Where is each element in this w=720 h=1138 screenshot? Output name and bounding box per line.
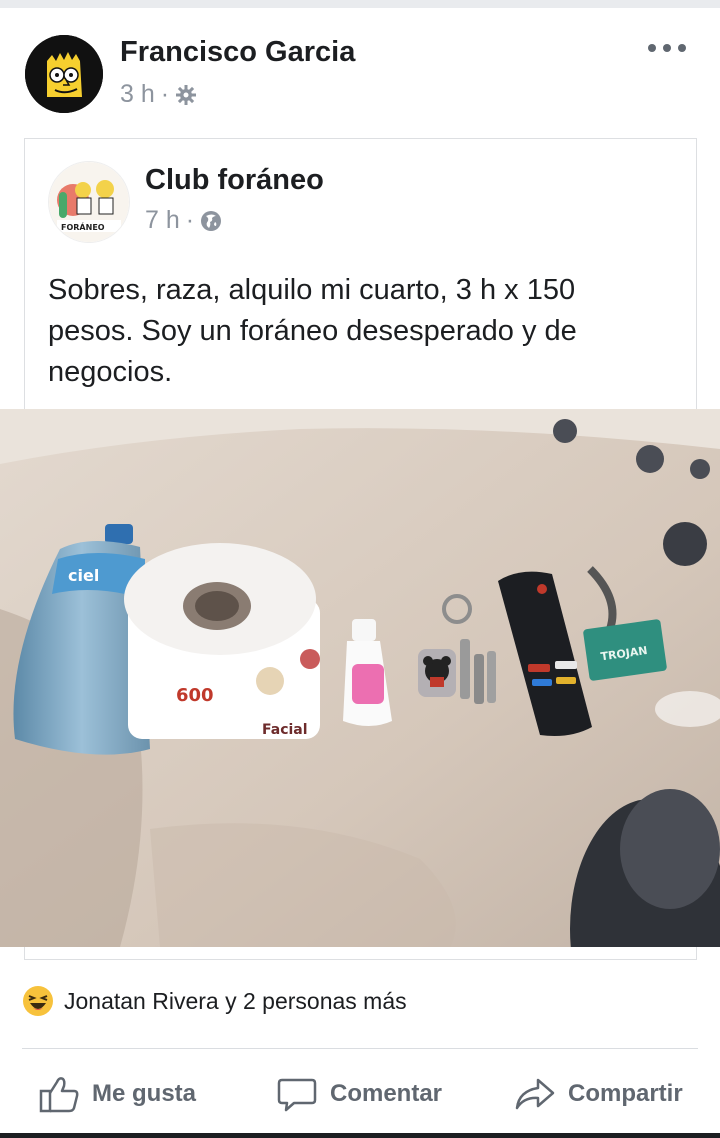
meta-separator: · xyxy=(160,80,170,108)
club-logo-text: FORÁNEO xyxy=(61,221,105,232)
post-meta: 3 h · xyxy=(120,80,197,109)
dot-icon xyxy=(648,44,656,52)
comment-label: Comentar xyxy=(330,1080,443,1107)
share-arrow-icon xyxy=(515,1078,555,1110)
reactions-summary[interactable]: Jonatan Rivera y 2 personas más xyxy=(22,985,407,1017)
post-text: Sobres, raza, alquilo mi cuarto, 3 h x 1… xyxy=(48,274,577,388)
meta-separator: · xyxy=(185,206,195,234)
action-bar: Me gusta Comentar Compartir xyxy=(0,1068,720,1120)
divider xyxy=(22,1048,698,1049)
dot-icon xyxy=(678,44,686,52)
club-logo-icon: FORÁNEO xyxy=(49,162,129,242)
condom-packet: TROJAN xyxy=(583,619,667,681)
toilet-paper-roll: 600 Facial xyxy=(124,543,320,739)
svg-text:ciel: ciel xyxy=(68,566,99,585)
page-name[interactable]: Club foráneo xyxy=(145,164,324,197)
like-label: Me gusta xyxy=(92,1080,197,1107)
more-options-button[interactable] xyxy=(648,38,686,58)
top-bar xyxy=(0,0,720,8)
comment-bubble-icon xyxy=(277,1078,317,1112)
post-time[interactable]: 3 h xyxy=(120,80,155,109)
author-avatar[interactable] xyxy=(25,35,103,113)
gear-icon xyxy=(176,84,197,105)
like-button[interactable]: Me gusta xyxy=(38,1068,196,1120)
page-avatar[interactable]: FORÁNEO xyxy=(48,161,130,243)
photo-image: ciel 600 Facial TROJAN xyxy=(0,409,720,947)
bottom-bar xyxy=(0,1133,720,1138)
dot-icon xyxy=(663,44,671,52)
thumbs-up-icon xyxy=(39,1077,79,1113)
share-label: Compartir xyxy=(568,1080,683,1107)
shared-post-time[interactable]: 7 h xyxy=(145,206,180,235)
bart-avatar-icon xyxy=(25,35,103,113)
svg-text:600: 600 xyxy=(176,685,214,706)
author-name[interactable]: Francisco Garcia xyxy=(120,36,355,69)
comment-button[interactable]: Comentar xyxy=(276,1068,442,1120)
svg-text:Facial: Facial xyxy=(262,722,308,738)
shared-post-meta: 7 h · xyxy=(145,206,222,235)
reactions-text: Jonatan Rivera y 2 personas más xyxy=(64,987,407,1014)
post-photo[interactable]: ciel 600 Facial TROJAN xyxy=(0,409,720,947)
share-button[interactable]: Compartir xyxy=(514,1068,683,1120)
laughing-emoji-icon xyxy=(23,986,53,1016)
globe-icon xyxy=(201,210,222,231)
